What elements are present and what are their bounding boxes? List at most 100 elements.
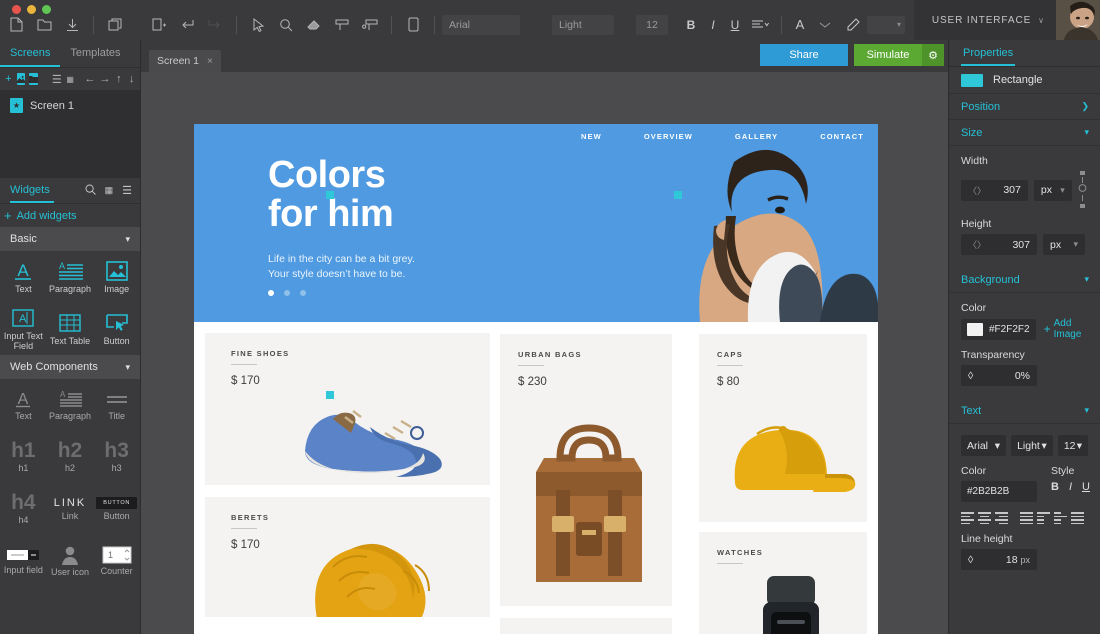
user-menu[interactable]: USER INTERFACE ∨	[913, 0, 1100, 40]
carousel-dot-1[interactable]	[268, 290, 274, 296]
zoom-icon[interactable]	[272, 12, 300, 38]
maximize-window-button[interactable]	[42, 5, 51, 14]
screen-tab[interactable]: Screen 1 ×	[149, 50, 221, 72]
open-folder-icon[interactable]	[30, 12, 58, 38]
close-window-button[interactable]	[12, 5, 21, 14]
arrow-left-icon[interactable]: ←	[85, 73, 96, 86]
font-size-input[interactable]: 12	[636, 14, 668, 35]
add-widgets-button[interactable]: + Add widgets	[0, 204, 140, 227]
product-card-extra[interactable]	[500, 618, 672, 634]
component-h3[interactable]: h3 h3	[93, 431, 140, 483]
component-title[interactable]: Title	[93, 379, 140, 431]
chevron-down-icon[interactable]: ▾	[1084, 274, 1089, 285]
section-size[interactable]: Size ▾	[949, 120, 1100, 146]
section-position[interactable]: Position ❯	[949, 94, 1100, 120]
widget-paragraph[interactable]: A Paragraph	[47, 251, 94, 303]
component-h2[interactable]: h2 h2	[47, 431, 94, 483]
chevron-down-icon[interactable]: ▾	[1084, 127, 1089, 138]
chevron-right-icon[interactable]: ❯	[1081, 101, 1089, 112]
hero-banner[interactable]: NEW OVERVIEW GALLERY CONTACT Colors for …	[194, 124, 878, 322]
align-justify-button[interactable]	[1020, 512, 1033, 524]
window-controls[interactable]	[3, 5, 60, 14]
align-top-button[interactable]	[1037, 512, 1050, 524]
object-color-swatch[interactable]	[961, 73, 983, 87]
shape-alt-icon[interactable]	[356, 12, 384, 38]
bg-color-input[interactable]: #F2F2F2	[961, 318, 1036, 340]
nav-item-overview[interactable]: OVERVIEW	[644, 132, 693, 141]
chevron-down-icon[interactable]: ▾	[1073, 239, 1078, 250]
component-link[interactable]: LINK Link	[47, 483, 94, 535]
underline-button[interactable]: U	[724, 14, 746, 36]
pen-icon[interactable]	[839, 12, 867, 38]
align-bottom-button[interactable]	[1071, 512, 1084, 524]
text-size-select[interactable]: 12 ▾	[1057, 435, 1088, 456]
tab-widgets[interactable]: Widgets	[10, 178, 54, 203]
device-icon[interactable]	[399, 12, 427, 38]
stroke-color-dropdown[interactable]: ▾	[867, 15, 905, 34]
bg-color-swatch[interactable]	[967, 322, 983, 336]
stepper-icon[interactable]: 〈〉	[968, 184, 986, 197]
chevron-down-icon[interactable]: ▾	[1077, 440, 1082, 452]
tab-screens[interactable]: Screens	[0, 40, 60, 67]
chevron-down-icon[interactable]	[811, 12, 839, 38]
component-user-icon[interactable]: User icon	[47, 535, 94, 587]
component-button[interactable]: BUTTON Button	[93, 483, 140, 535]
component-text[interactable]: A Text	[0, 379, 47, 431]
italic-button[interactable]: I	[1069, 481, 1072, 493]
font-weight-input[interactable]: Light	[552, 14, 614, 35]
chevron-down-icon[interactable]: ▾	[995, 440, 1000, 452]
add-folder-icon[interactable]	[28, 73, 38, 85]
chevron-down-icon[interactable]: ▾	[1060, 185, 1065, 196]
gear-icon[interactable]: ⚙	[922, 44, 944, 66]
category-web-components[interactable]: Web Components ▾	[0, 355, 140, 379]
component-paragraph[interactable]: A Paragraph	[47, 379, 94, 431]
grid-view-icon[interactable]: ▦	[105, 185, 114, 196]
chevron-down-icon[interactable]: ∨	[1038, 16, 1044, 25]
carousel-dot-3[interactable]	[300, 290, 306, 296]
carousel-dots[interactable]	[268, 290, 306, 296]
product-card-caps[interactable]: CAPS $ 80	[699, 334, 867, 522]
carousel-dot-2[interactable]	[284, 290, 290, 296]
height-unit-select[interactable]: px ▾	[1043, 234, 1085, 255]
design-canvas[interactable]: NEW OVERVIEW GALLERY CONTACT Colors for …	[141, 72, 948, 634]
minimize-window-button[interactable]	[27, 5, 36, 14]
nav-item-contact[interactable]: CONTACT	[820, 132, 864, 141]
chevron-down-icon[interactable]: ▾	[1042, 440, 1047, 452]
widget-image[interactable]: Image	[93, 251, 140, 303]
component-counter[interactable]: 1 Counter	[93, 535, 140, 587]
add-image-button[interactable]: + Add Image	[1044, 318, 1088, 340]
product-card-berets[interactable]: BERETS $ 170	[205, 497, 490, 617]
arrow-down-icon[interactable]: ↓	[127, 73, 136, 86]
width-unit-select[interactable]: px ▾	[1033, 179, 1072, 201]
chevron-down-icon[interactable]: ▾	[125, 234, 130, 245]
widget-text-table[interactable]: Text Table	[47, 303, 94, 355]
stepper-icon[interactable]: ◊	[968, 554, 973, 566]
width-input[interactable]: 〈〉 307	[961, 179, 1028, 201]
share-button[interactable]: Share	[760, 44, 848, 66]
nav-item-gallery[interactable]: GALLERY	[735, 132, 778, 141]
section-background[interactable]: Background ▾	[949, 267, 1100, 293]
text-color-input[interactable]: #2B2B2B	[961, 481, 1037, 502]
italic-button[interactable]: I	[702, 14, 724, 36]
grid-view-icon[interactable]: ▦	[66, 73, 75, 86]
component-input-field[interactable]: Input field	[0, 535, 47, 587]
line-height-input[interactable]: ◊ 18 px	[961, 549, 1037, 570]
add-screen-icon[interactable]	[145, 12, 173, 38]
component-h4[interactable]: h4 h4	[0, 483, 47, 535]
stepper-icon[interactable]: 〈〉	[968, 238, 986, 251]
text-weight-select[interactable]: Light ▾	[1011, 435, 1053, 456]
return-icon[interactable]	[173, 12, 201, 38]
align-right-button[interactable]	[995, 512, 1008, 524]
bold-button[interactable]: B	[680, 14, 702, 36]
page-preview[interactable]: NEW OVERVIEW GALLERY CONTACT Colors for …	[194, 124, 878, 634]
list-view-icon[interactable]: ☰	[122, 184, 132, 197]
add-image-screen-icon[interactable]	[16, 73, 25, 85]
component-h1[interactable]: h1 h1	[0, 431, 47, 483]
aspect-lock-toggle[interactable]	[1078, 171, 1088, 209]
category-basic[interactable]: Basic ▾	[0, 227, 140, 251]
arrow-up-icon[interactable]: ↑	[115, 73, 124, 86]
text-align-icon[interactable]	[746, 12, 774, 38]
tab-templates[interactable]: Templates	[60, 40, 130, 67]
stepper-icon[interactable]: ◊	[968, 370, 973, 382]
product-card-watches[interactable]: WATCHES	[699, 532, 867, 634]
